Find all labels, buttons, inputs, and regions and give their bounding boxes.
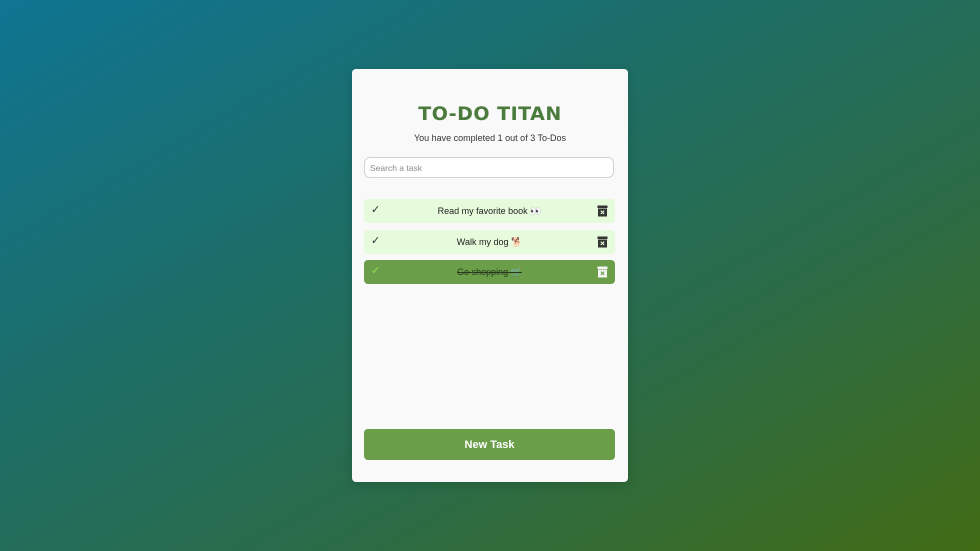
task-item: ✓ Read my favorite book 👀 (364, 199, 615, 223)
todo-card: TO-DO TITAN You have completed 1 out of … (352, 69, 628, 482)
task-text: Read my favorite book 👀 (437, 206, 542, 216)
task-item-completed: ✓ Go shopping 🛒 (364, 260, 615, 284)
task-item: ✓ Walk my dog 🐕 (364, 230, 615, 254)
task-text: Go shopping 🛒 (457, 267, 522, 277)
delete-icon[interactable] (597, 236, 608, 248)
delete-icon[interactable] (597, 205, 608, 217)
delete-icon[interactable] (597, 266, 608, 278)
check-icon[interactable]: ✓ (371, 234, 380, 248)
check-icon[interactable]: ✓ (371, 264, 380, 278)
completion-summary: You have completed 1 out of 3 To-Dos (413, 133, 567, 143)
search-input[interactable] (364, 157, 614, 178)
task-text: Walk my dog 🐕 (456, 237, 523, 247)
check-icon[interactable]: ✓ (371, 203, 380, 217)
new-task-button[interactable]: New Task (364, 429, 615, 460)
app-title: TO-DO TITAN (418, 103, 562, 125)
